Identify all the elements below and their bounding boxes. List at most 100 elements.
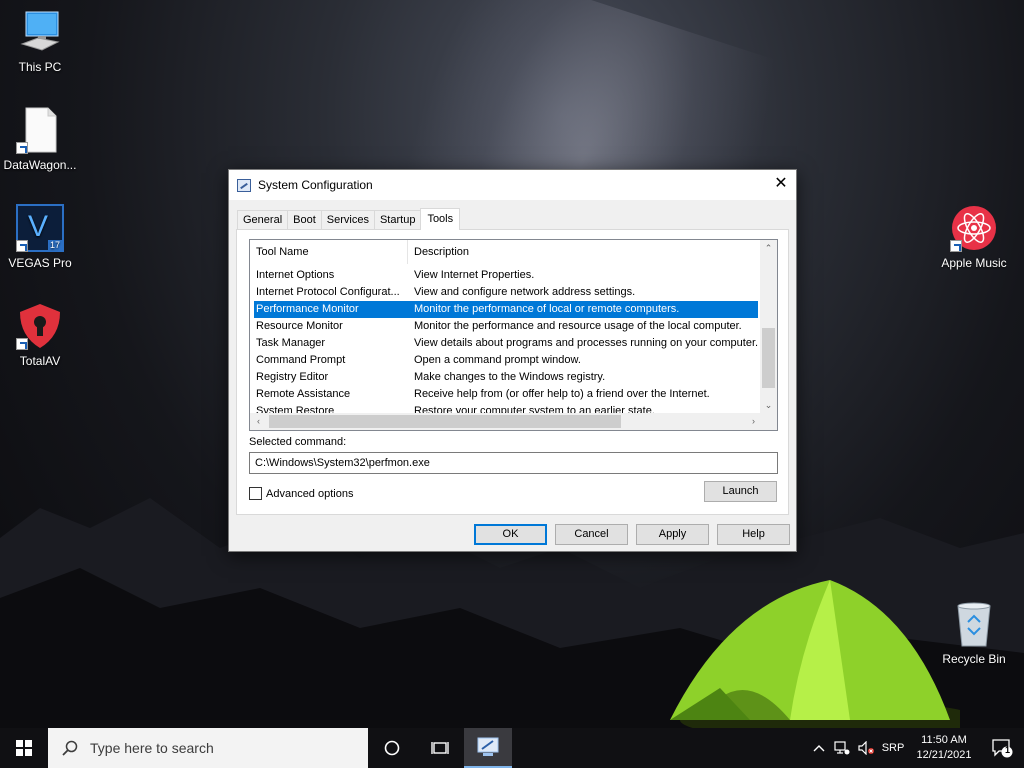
table-row[interactable]: Remote Assistance Receive help from (or o…: [250, 386, 762, 403]
dialog-title: System Configuration: [258, 178, 373, 192]
scroll-down-icon[interactable]: ⌄: [760, 397, 777, 414]
column-header-tool-name[interactable]: Tool Name: [250, 240, 408, 264]
table-row[interactable]: Internet Options View Internet Properties…: [250, 267, 762, 284]
table-row-selected[interactable]: Performance Monitor Monitor the performan…: [254, 301, 758, 318]
tool-description-cell: Monitor the performance and resource usa…: [414, 320, 742, 332]
clock-time: 11:50 AM: [921, 734, 967, 746]
list-header: Tool Name Description: [250, 240, 762, 264]
tool-description-cell: Open a command prompt window.: [414, 354, 581, 366]
tool-name-cell: Task Manager: [256, 337, 326, 349]
task-view-icon: [431, 742, 449, 754]
desktop-icon-this-pc[interactable]: This PC: [0, 8, 80, 74]
desktop-icon-apple-music[interactable]: Apple Music: [934, 204, 1014, 270]
help-button[interactable]: Help: [717, 524, 790, 545]
tool-description-cell: Make changes to the Windows registry.: [414, 371, 606, 383]
task-view-button[interactable]: [416, 728, 464, 768]
input-language-indicator[interactable]: SRP: [878, 728, 908, 768]
shortcut-arrow-icon: [16, 240, 28, 252]
advanced-options[interactable]: Advanced options: [249, 487, 353, 500]
table-row[interactable]: Internet Protocol Configurat... View and …: [250, 284, 762, 301]
tab-general[interactable]: General: [237, 210, 289, 230]
cortana-circle-icon: [384, 740, 400, 756]
scroll-right-icon[interactable]: ›: [745, 413, 762, 430]
network-icon[interactable]: [830, 728, 854, 768]
tools-panel: Tool Name Description Internet Options Vi…: [236, 229, 789, 515]
tool-description-cell: Monitor the performance of local or remo…: [414, 303, 680, 315]
table-row[interactable]: Task Manager View details about programs …: [250, 335, 762, 352]
show-hidden-icons-icon[interactable]: [808, 728, 830, 768]
notification-count-badge: 1: [1004, 745, 1010, 755]
volume-muted-icon[interactable]: [854, 728, 878, 768]
advanced-options-checkbox[interactable]: [249, 487, 262, 500]
desktop-icon-label: VEGAS Pro: [8, 256, 72, 270]
advanced-options-label[interactable]: Advanced options: [266, 488, 353, 500]
tab-tools[interactable]: Tools: [420, 208, 461, 230]
close-button[interactable]: ✕: [766, 170, 796, 200]
dialog-titlebar[interactable]: System Configuration ✕: [229, 170, 796, 200]
msconfig-taskbar-icon: [477, 737, 499, 756]
tool-name-cell: Registry Editor: [256, 371, 329, 383]
totalav-shield-icon: [16, 302, 64, 350]
file-icon: [16, 106, 64, 154]
scroll-left-icon[interactable]: ‹: [250, 413, 267, 430]
msconfig-icon: [237, 178, 251, 192]
apply-button[interactable]: Apply: [636, 524, 709, 545]
vertical-scroll-thumb[interactable]: [762, 328, 775, 388]
tools-list[interactable]: Tool Name Description Internet Options Vi…: [249, 239, 778, 431]
column-header-description[interactable]: Description: [408, 240, 758, 264]
clock[interactable]: 11:50 AM 12/21/2021: [908, 728, 980, 768]
tool-description-cell: Receive help from (or offer help to) a f…: [414, 388, 710, 400]
tool-name-cell: Command Prompt: [256, 354, 346, 366]
tab-strip: General Boot Services Startup Tools: [237, 208, 461, 230]
search-placeholder: Type here to search: [90, 740, 214, 756]
horizontal-scroll-thumb[interactable]: [269, 415, 621, 428]
horizontal-scrollbar[interactable]: ‹ ›: [250, 413, 777, 430]
taskbar-search-box[interactable]: Type here to search: [48, 728, 368, 768]
cortana-button[interactable]: [368, 728, 416, 768]
system-tray: SRP 11:50 AM 12/21/2021 1: [808, 728, 1024, 768]
desktop-icon-datawagon[interactable]: DataWagon...: [0, 106, 80, 172]
apple-music-icon: [950, 204, 998, 252]
desktop-icon-label: Recycle Bin: [942, 652, 1006, 666]
taskbar-app-system-configuration[interactable]: [464, 728, 512, 768]
tool-name-cell: Resource Monitor: [256, 320, 343, 332]
tab-startup[interactable]: Startup: [373, 210, 422, 230]
search-icon: [62, 740, 78, 756]
desktop-icon-label: DataWagon...: [3, 158, 77, 172]
desktop-icon-label: Apple Music: [941, 256, 1007, 270]
selected-command-field[interactable]: [249, 452, 778, 474]
selected-command-label: Selected command:: [249, 436, 347, 448]
vegas-pro-icon: V 17: [16, 204, 64, 252]
list-rows: Internet Options View Internet Properties…: [250, 267, 762, 415]
table-row[interactable]: Command Prompt Open a command prompt wind…: [250, 352, 762, 369]
tool-description-cell: View details about programs and processe…: [414, 337, 758, 349]
recycle-bin-icon: [950, 600, 998, 648]
launch-button[interactable]: Launch: [704, 481, 777, 502]
action-center-button[interactable]: 1: [980, 728, 1024, 768]
tool-name-cell: Internet Options: [256, 269, 335, 281]
tab-services[interactable]: Services: [320, 210, 375, 230]
desktop-icon-label: This PC: [18, 60, 62, 74]
system-configuration-dialog: System Configuration ✕ General Boot Serv…: [228, 169, 797, 552]
windows-logo-icon: [16, 740, 32, 756]
shortcut-arrow-icon: [16, 338, 28, 350]
table-row[interactable]: Registry Editor Make changes to the Windo…: [250, 369, 762, 386]
desktop-icon-totalav[interactable]: TotalAV: [0, 302, 80, 368]
computer-icon: [16, 8, 64, 56]
desktop-icon-vegas-pro[interactable]: V 17 VEGAS Pro: [0, 204, 80, 270]
start-button[interactable]: [0, 728, 48, 768]
table-row[interactable]: Resource Monitor Monitor the performance …: [250, 318, 762, 335]
tool-description-cell: View and configure network address setti…: [414, 286, 636, 298]
ok-button[interactable]: OK: [474, 524, 547, 545]
vertical-scrollbar[interactable]: ⌃ ⌄: [760, 240, 777, 414]
wallpaper-tent: [670, 580, 960, 728]
desktop-icon-label: TotalAV: [19, 354, 61, 368]
clock-date: 12/21/2021: [916, 749, 972, 761]
tool-name-cell: Remote Assistance: [256, 388, 351, 400]
shortcut-arrow-icon: [16, 142, 28, 154]
desktop-icon-recycle-bin[interactable]: Recycle Bin: [934, 600, 1014, 666]
tab-boot[interactable]: Boot: [287, 210, 322, 230]
cancel-button[interactable]: Cancel: [555, 524, 628, 545]
scroll-up-icon[interactable]: ⌃: [760, 240, 777, 257]
vegas-glyph: V: [28, 210, 49, 243]
